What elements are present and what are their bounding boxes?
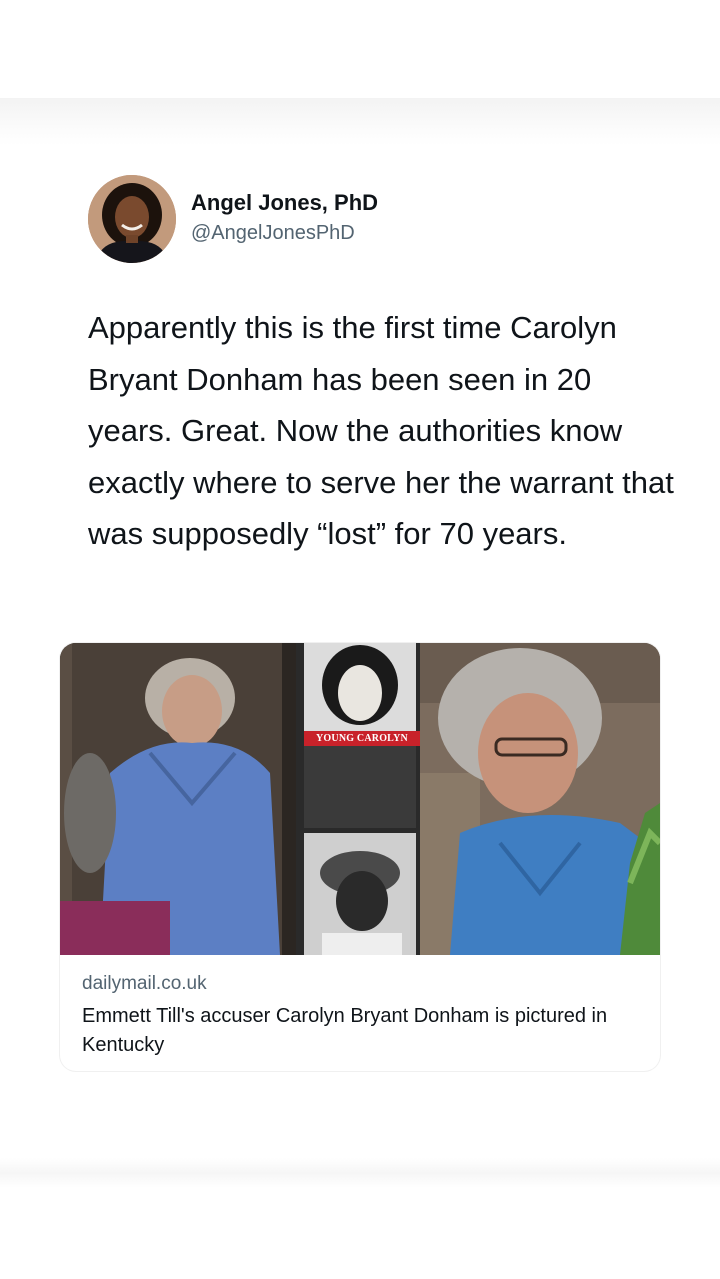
collage-photo: [60, 643, 660, 955]
avatar-photo: [88, 175, 176, 263]
tweet-text: Apparently this is the first time Caroly…: [88, 310, 674, 551]
link-domain: dailymail.co.uk: [82, 973, 207, 994]
user-handle[interactable]: @AngelJonesPhD: [191, 222, 355, 245]
avatar[interactable]: [88, 175, 176, 263]
display-name[interactable]: Angel Jones, PhD: [191, 190, 378, 216]
link-preview-card[interactable]: YOUNG CAROLYN dailymail.co.uk Emmett Til…: [60, 643, 660, 1071]
tweet: Angel Jones, PhD @AngelJonesPhD Apparent…: [0, 0, 720, 1279]
young-carolyn-label: YOUNG CAROLYN: [304, 731, 420, 746]
link-title[interactable]: Emmett Till's accuser Carolyn Bryant Don…: [82, 1002, 642, 1060]
link-preview-image[interactable]: YOUNG CAROLYN: [60, 643, 660, 955]
